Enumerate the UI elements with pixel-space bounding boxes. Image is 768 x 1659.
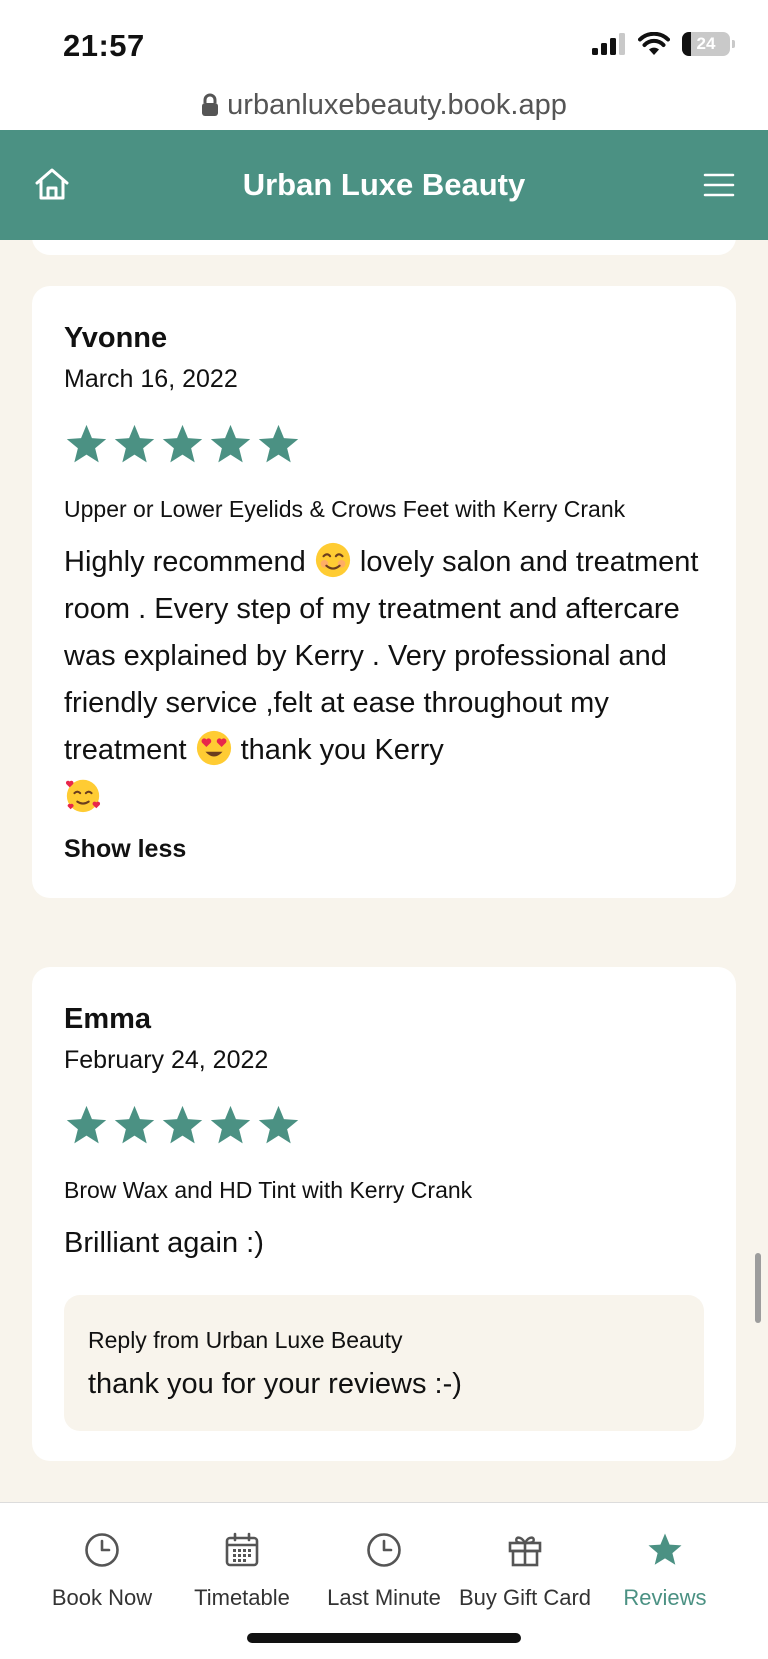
star-rating [64,422,704,468]
calendar-icon [225,1532,259,1567]
smiling-face-with-hearts-emoji-icon [65,779,101,813]
wifi-icon [638,32,670,55]
nav-timetable[interactable]: Timetable [167,1531,317,1611]
nav-label: Book Now [51,1585,153,1610]
reviewer-name: Yvonne [64,322,168,354]
scrollbar[interactable] [755,1253,761,1323]
app-header: Urban Luxe Beauty [0,130,768,240]
battery-icon: 24 [682,32,735,56]
star-icon [648,1533,682,1565]
status-time: 21:57 [63,28,145,63]
clock-icon [85,1533,119,1567]
heart-eyes-emoji-icon [196,730,231,766]
nav-label: Last Minute [327,1585,441,1610]
clock-icon [367,1533,401,1567]
review-card: Yvonne March 16, 2022 Upper or Lower Eye… [32,286,736,898]
reply-label: Reply from Urban Luxe Beauty [88,1327,403,1353]
star-icon [162,424,203,463]
nav-buy-gift-card[interactable]: Buy Gift Card [450,1531,600,1611]
gift-icon [508,1536,542,1567]
star-icon [66,1105,107,1144]
reviewer-name: Emma [64,1003,152,1035]
home-icon[interactable] [32,164,72,204]
home-indicator[interactable] [247,1633,521,1643]
star-icon [258,1105,299,1144]
review-date: March 16, 2022 [64,365,238,393]
review-text: Brilliant again :) [64,1227,264,1259]
review-service: Upper or Lower Eyelids & Crows Feet with… [64,496,626,522]
show-less-button[interactable]: Show less [64,835,186,864]
star-icon [210,1105,251,1144]
review-text-part: lovely salon and treatment room . Every … [64,546,699,766]
review-date: February 24, 2022 [64,1046,269,1074]
smiling-face-emoji-icon [315,542,350,578]
star-icon [66,424,107,463]
review-text-part: thank you Kerry [240,734,444,766]
battery-level: 24 [696,34,716,53]
url-text: urbanluxebeauty.book.app [227,88,567,121]
previous-review-card [32,240,736,255]
star-icon [162,1105,203,1144]
reviews-list[interactable]: Yvonne March 16, 2022 Upper or Lower Eye… [0,240,768,1502]
review-service: Brow Wax and HD Tint with Kerry Crank [64,1177,473,1203]
review-text: Highly recommend lovely salon and treatm… [64,539,704,821]
star-rating [64,1103,704,1149]
nav-reviews[interactable]: Reviews [590,1531,740,1611]
app-title: Urban Luxe Beauty [242,167,526,202]
nav-label: Reviews [623,1585,707,1610]
review-text-part: Highly recommend [64,546,306,578]
review-card: Emma February 24, 2022 Brow Wax and HD T… [32,967,736,1461]
nav-label: Buy Gift Card [458,1585,592,1610]
nav-label: Timetable [194,1585,290,1610]
signal-icon [592,33,625,55]
menu-icon[interactable] [702,168,736,202]
star-icon [258,424,299,463]
nav-book-now[interactable]: Book Now [27,1531,177,1611]
reply-text: thank you for your reviews :-) [88,1368,462,1400]
star-icon [114,424,155,463]
star-icon [210,424,251,463]
star-icon [114,1105,155,1144]
lock-icon [202,93,219,116]
status-bar: 21:57 24 [0,0,768,90]
status-icons: 24 [592,32,735,56]
business-reply: Reply from Urban Luxe Beauty thank you f… [64,1295,704,1431]
nav-last-minute[interactable]: Last Minute [309,1531,459,1611]
url-bar[interactable]: urbanluxebeauty.book.app [0,80,768,130]
